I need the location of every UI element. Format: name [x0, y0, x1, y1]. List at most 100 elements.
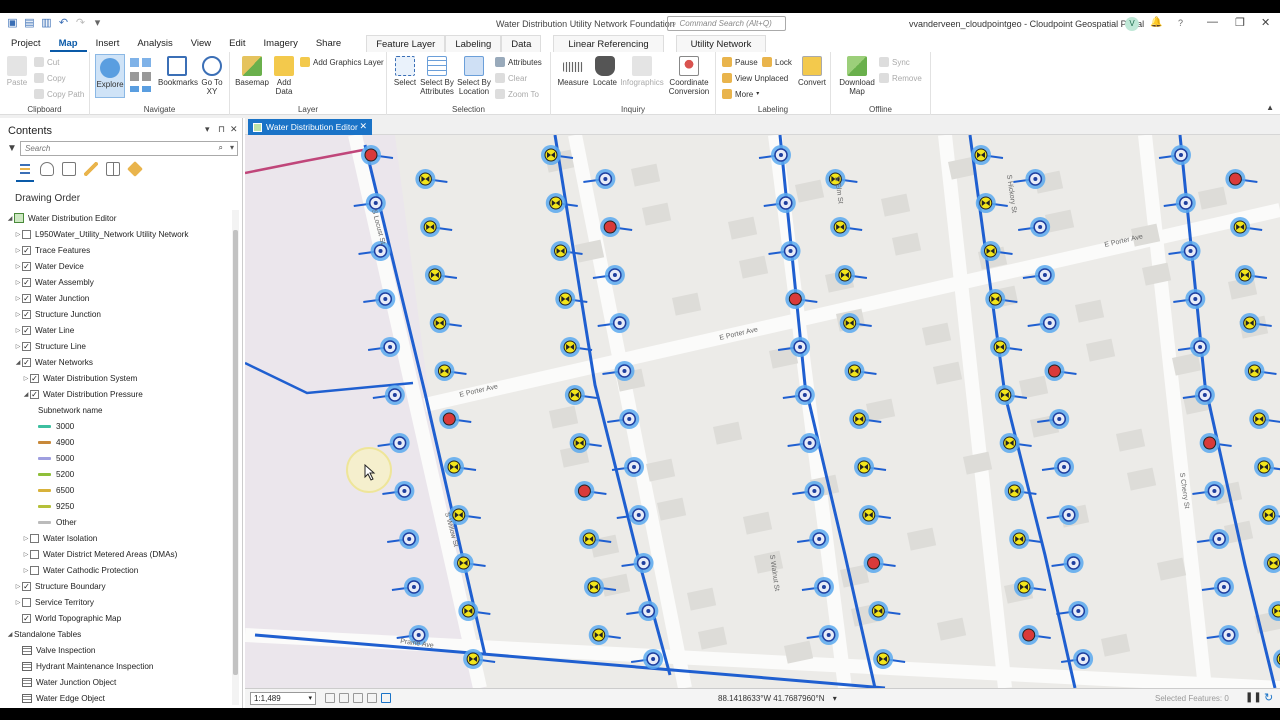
zoom-to-button[interactable]: Zoom To — [495, 89, 539, 99]
layer-tree-item[interactable]: ◢ ✓ Water Distribution Pressure — [0, 386, 232, 402]
layer-tree-item[interactable]: Subnetwork name — [0, 402, 232, 418]
layer-visibility-checkbox[interactable]: ✓ — [22, 293, 31, 303]
close-tab-icon[interactable]: ✕ — [359, 121, 367, 132]
search-icon[interactable]: ⌕ — [219, 143, 223, 153]
tab-linear-referencing[interactable]: Linear Referencing — [553, 35, 664, 52]
notifications-icon[interactable]: 🔔 — [1150, 17, 1162, 28]
pause-labeling-button[interactable]: Pause — [722, 57, 758, 67]
signed-in-user[interactable]: vvanderveen_cloudpointgeo - Cloudpoint G… — [909, 19, 1144, 29]
restore-icon[interactable]: ❐ — [1235, 16, 1245, 29]
layer-visibility-checkbox[interactable]: ✓ — [22, 325, 31, 335]
tab-project[interactable]: Project — [0, 35, 50, 52]
layer-tree-item[interactable]: ▷ ✓ Structure Boundary — [0, 578, 232, 594]
redo-icon[interactable]: ↷ — [74, 17, 87, 30]
list-by-data-source-icon[interactable] — [40, 162, 54, 176]
layer-tree-item[interactable]: ◢ Standalone Tables — [0, 626, 232, 642]
sync-button[interactable]: Sync — [879, 57, 910, 67]
list-by-labeling-icon[interactable] — [127, 161, 143, 177]
close-pane-icon[interactable]: ✕ — [230, 124, 238, 135]
customize-qat-icon[interactable]: ▾ — [91, 17, 104, 30]
save-icon[interactable]: ▥ — [40, 17, 53, 30]
tab-utility-network[interactable]: Utility Network — [675, 35, 767, 52]
layer-visibility-checkbox[interactable]: ✓ — [22, 261, 31, 271]
tab-feature-layer[interactable]: Feature Layer — [366, 35, 446, 52]
view-unplaced-button[interactable]: View Unplaced — [722, 73, 788, 83]
grid-icon[interactable] — [339, 693, 349, 703]
layer-visibility-checkbox[interactable] — [30, 565, 39, 575]
collapse-icon[interactable]: ◢ — [22, 391, 30, 398]
cut-button[interactable]: Cut — [34, 57, 59, 67]
coordinate-conversion-button[interactable]: Coordinate Conversion — [665, 56, 713, 96]
download-map-button[interactable]: Download Map — [835, 56, 879, 96]
tab-insert[interactable]: Insert — [87, 35, 129, 52]
list-by-editing-icon[interactable] — [84, 162, 98, 176]
tab-view[interactable]: View — [182, 35, 220, 52]
layer-tree-item[interactable]: ▷ Water District Metered Areas (DMAs) — [0, 546, 232, 562]
navigate-icon[interactable] — [381, 693, 391, 703]
minimize-icon[interactable]: — — [1207, 16, 1218, 28]
tab-map[interactable]: Map — [49, 35, 87, 52]
expand-icon[interactable]: ▷ — [14, 583, 22, 590]
command-search-input[interactable]: ⌕ Command Search (Alt+Q) — [667, 16, 786, 31]
layer-visibility-checkbox[interactable]: ✓ — [22, 613, 31, 623]
layer-tree-item[interactable]: ◢ ✓ Water Networks — [0, 354, 232, 370]
remove-button[interactable]: Remove — [879, 73, 922, 83]
layer-visibility-checkbox[interactable] — [30, 549, 39, 559]
help-button[interactable]: ? — [1178, 18, 1183, 28]
map-view[interactable]: E Porter Ave E Porter Ave E Porter Ave Prai… — [245, 135, 1280, 688]
collapse-icon[interactable]: ◢ — [6, 215, 14, 222]
pan-icon[interactable] — [353, 693, 363, 703]
layer-visibility-checkbox[interactable]: ✓ — [22, 581, 31, 591]
tab-imagery[interactable]: Imagery — [255, 35, 307, 52]
expand-icon[interactable]: ▷ — [14, 295, 22, 302]
expand-icon[interactable]: ▷ — [14, 327, 22, 334]
layer-visibility-checkbox[interactable] — [22, 229, 31, 239]
collapse-icon[interactable]: ◢ — [6, 631, 14, 638]
expand-icon[interactable]: ▷ — [22, 567, 30, 574]
layer-tree-item[interactable]: ▷ ✓ Water Device — [0, 258, 232, 274]
new-project-icon[interactable]: ▣ — [6, 17, 19, 30]
layer-tree-item[interactable]: ▷ Service Territory — [0, 594, 232, 610]
tab-share[interactable]: Share — [307, 35, 350, 52]
copy-path-button[interactable]: Copy Path — [34, 89, 84, 99]
layer-tree-item[interactable]: ▷ ✓ Water Assembly — [0, 274, 232, 290]
layer-tree-item[interactable]: ▷ ✓ Structure Line — [0, 338, 232, 354]
tab-data[interactable]: Data — [501, 35, 542, 52]
select-by-attributes-button[interactable]: Select By Attributes — [419, 56, 455, 96]
expand-icon[interactable]: ▷ — [14, 231, 22, 238]
chevron-down-icon[interactable]: ▾ — [833, 694, 837, 703]
contents-scrollbar-thumb[interactable] — [233, 230, 238, 675]
infographics-button[interactable]: Infographics — [619, 56, 665, 87]
more-labeling-button[interactable]: More ▾ — [722, 89, 759, 99]
refresh-icon[interactable]: ↻ — [1264, 691, 1273, 704]
layer-tree-item[interactable]: Valve Inspection — [0, 642, 232, 658]
layer-tree-item[interactable]: ▷ Water Isolation — [0, 530, 232, 546]
filter-icon[interactable]: ▼ — [7, 143, 17, 154]
measure-button[interactable]: Measure — [557, 56, 589, 87]
lock-labeling-button[interactable]: Lock — [762, 57, 792, 67]
attributes-button[interactable]: Attributes — [495, 57, 542, 67]
convert-labels-button[interactable]: Convert — [796, 56, 828, 87]
layer-visibility-checkbox[interactable]: ✓ — [22, 357, 31, 367]
collapse-icon[interactable]: ◢ — [14, 359, 22, 366]
list-by-selection-icon[interactable] — [62, 162, 76, 176]
layer-tree-item[interactable]: ▷ ✓ Water Junction — [0, 290, 232, 306]
expand-icon[interactable]: ▷ — [22, 535, 30, 542]
add-data-button[interactable]: Add Data — [270, 56, 298, 96]
collapse-ribbon-icon[interactable]: ▲ — [1266, 103, 1274, 112]
layer-visibility-checkbox[interactable]: ✓ — [22, 245, 31, 255]
pause-drawing-icon[interactable]: ❚❚ — [1245, 692, 1262, 703]
layer-tree-item[interactable]: ✓ World Topographic Map — [0, 610, 232, 626]
layer-tree-item[interactable]: Hydrant Maintenance Inspection — [0, 658, 232, 674]
layer-tree-item[interactable]: ▷ Water Cathodic Protection — [0, 562, 232, 578]
zoom-tools[interactable] — [128, 56, 154, 96]
layer-visibility-checkbox[interactable]: ✓ — [22, 309, 31, 319]
layer-tree-item[interactable]: Water Edge Object — [0, 690, 232, 706]
avatar[interactable]: V — [1125, 17, 1139, 31]
map-tab[interactable]: Water Distribution Editor ✕ — [248, 119, 372, 135]
layer-tree-item[interactable]: ▷ ✓ Structure Junction — [0, 306, 232, 322]
select-button[interactable]: Select — [391, 56, 419, 87]
paste-button[interactable]: Paste — [4, 56, 30, 87]
expand-icon[interactable]: ▷ — [14, 263, 22, 270]
expand-icon[interactable]: ▷ — [14, 311, 22, 318]
